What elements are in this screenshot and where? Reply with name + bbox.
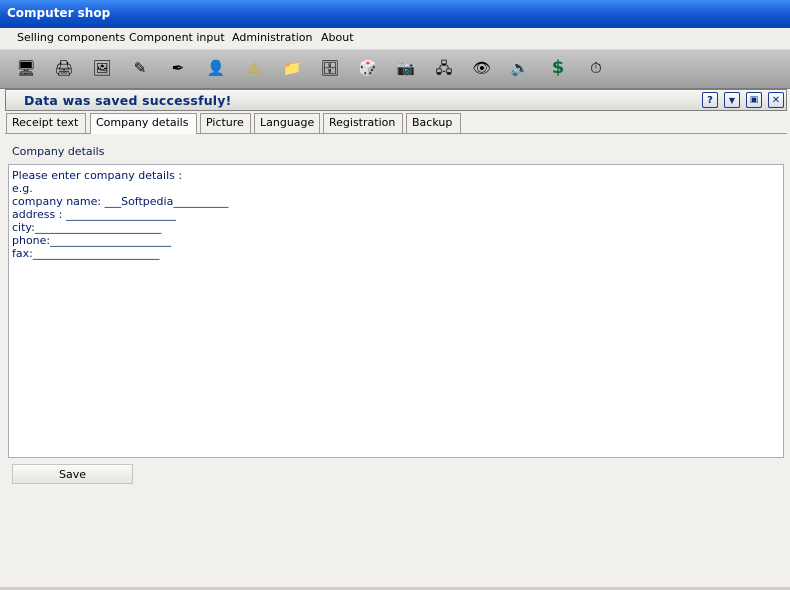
tab-backup[interactable]: Backup [406, 113, 461, 133]
help-button[interactable]: ? [702, 92, 718, 108]
computer-icon[interactable]: 🖥 [14, 56, 38, 80]
status-bar: Data was saved successfuly! ? ▼ ▣ ✕ [5, 89, 787, 111]
tab-language[interactable]: Language [254, 113, 320, 133]
menu-selling-components[interactable]: Selling components [17, 31, 125, 44]
restore-button[interactable]: ▣ [746, 92, 762, 108]
cube-icon[interactable]: 🎲 [356, 56, 380, 80]
webcam-icon[interactable]: 📷 [394, 56, 418, 80]
network-icon[interactable]: 🖧 [432, 56, 456, 80]
clock-icon[interactable]: ⏱ [584, 56, 608, 80]
printer-icon[interactable]: 🖨 [52, 56, 76, 80]
tower-icon[interactable]: 🗄 [318, 56, 342, 80]
tab-company-details[interactable]: Company details [90, 113, 197, 134]
edit-icon[interactable]: ✎ [128, 56, 152, 80]
menu-about[interactable]: About [321, 31, 354, 44]
dollar-icon[interactable]: $ [546, 56, 570, 80]
menu-bar: Selling components Component input Admin… [0, 28, 790, 50]
window-title: Computer shop [7, 6, 111, 20]
menu-component-input[interactable]: Component input [129, 31, 225, 44]
tab-registration[interactable]: Registration [323, 113, 403, 133]
text-line: e.g. [12, 182, 33, 195]
tab-picture[interactable]: Picture [200, 113, 251, 133]
eye-icon[interactable]: 👁 [470, 56, 494, 80]
text-line: address : ____________________ [12, 208, 176, 221]
user-icon[interactable]: 👤 [204, 56, 228, 80]
save-button[interactable]: Save [12, 464, 133, 484]
text-line: phone:______________________ [12, 234, 172, 247]
company-details-textarea[interactable]: Please enter company details : e.g. comp… [8, 164, 784, 458]
section-title: Company details [12, 145, 105, 158]
title-bar: Computer shop [0, 0, 790, 28]
folder-icon[interactable]: 📁 [280, 56, 304, 80]
dropdown-button[interactable]: ▼ [724, 92, 740, 108]
pen-icon[interactable]: ✒ [166, 56, 190, 80]
tab-receipt-text[interactable]: Receipt text [6, 113, 86, 133]
toolbar: 🖥 🖨 🖼 ✎ ✒ 👤 ⚠ 📁 🗄 🎲 📷 🖧 👁 🔊 $ ⏱ [0, 50, 790, 89]
text-line: city:_______________________ [12, 221, 162, 234]
speaker-icon[interactable]: 🔊 [508, 56, 532, 80]
text-line: company name: ___Softpedia__________ [12, 195, 229, 208]
menu-administration[interactable]: Administration [232, 31, 313, 44]
image-icon[interactable]: 🖼 [90, 56, 114, 80]
status-message: Data was saved successfuly! [24, 93, 232, 108]
text-line: fax:_______________________ [12, 247, 160, 260]
warning-icon[interactable]: ⚠ [242, 56, 266, 80]
close-button[interactable]: ✕ [768, 92, 784, 108]
text-line: Please enter company details : [12, 169, 183, 182]
